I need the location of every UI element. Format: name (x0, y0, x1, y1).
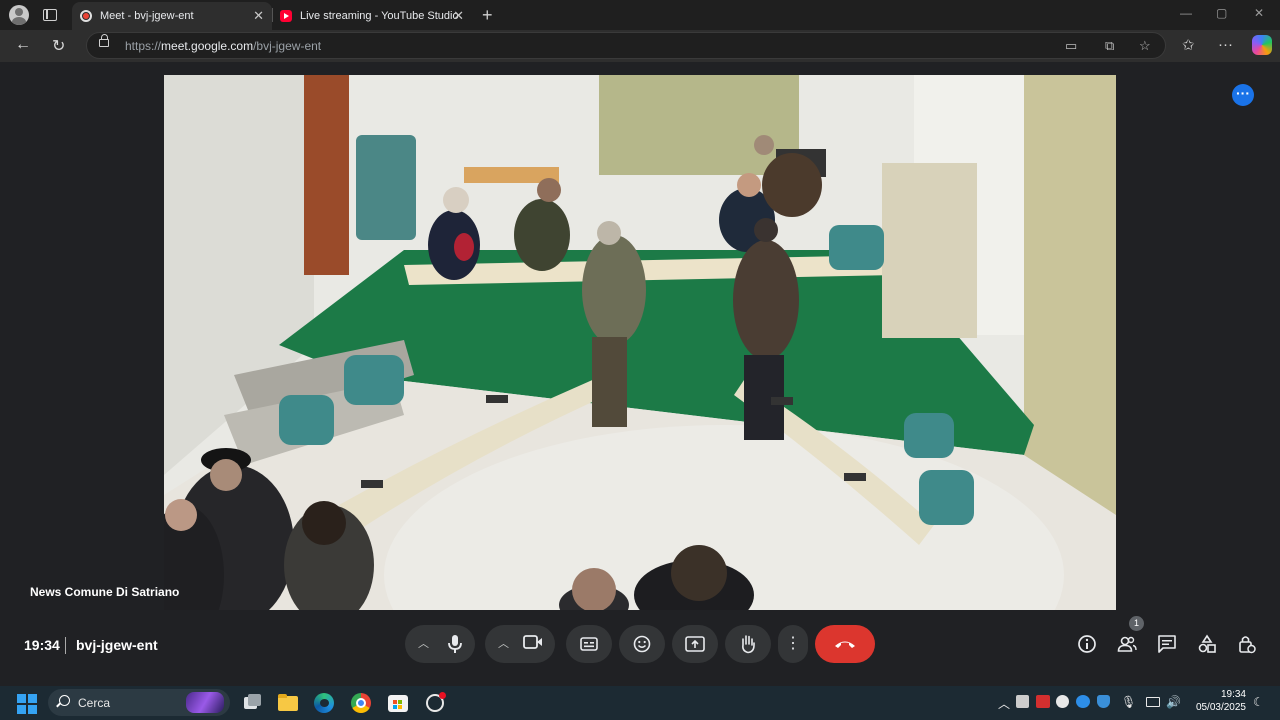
volume-icon[interactable]: 🔊 (1166, 695, 1181, 709)
audio-settings-chevron-icon[interactable]: ︿ (418, 635, 429, 651)
host-controls-icon[interactable] (1237, 634, 1257, 654)
participant-name-label: News Comune Di Satriano (30, 585, 180, 599)
url-text[interactable]: https://meet.google.com/bvj-jgew-ent (125, 39, 321, 53)
search-highlight-icon (186, 692, 224, 713)
security-shield-icon[interactable] (1097, 695, 1110, 708)
more-options-button[interactable]: ··· (1232, 84, 1254, 106)
url-path: /bvj-jgew-ent (253, 39, 322, 53)
participant-count-badge: 1 (1129, 616, 1144, 631)
tab-youtube-title: Live streaming - YouTube Studio (300, 10, 459, 22)
tray-status-icon[interactable] (1056, 695, 1069, 708)
hand-icon (742, 635, 755, 654)
new-tab-icon[interactable]: + (482, 5, 493, 26)
close-tab-icon[interactable]: ✕ (253, 8, 264, 24)
minimize-icon[interactable]: — (1180, 6, 1192, 20)
raise-hand-button[interactable] (725, 625, 771, 663)
close-tab-icon[interactable]: ✕ (453, 8, 464, 24)
obs-recording-icon[interactable] (423, 691, 447, 715)
more-options-icon[interactable]: ··· (1218, 36, 1233, 53)
people-icon[interactable] (1117, 634, 1137, 654)
tab-actions-icon[interactable] (43, 9, 57, 21)
activities-icon[interactable] (1197, 634, 1217, 654)
camera-control[interactable]: ︿ (485, 625, 555, 663)
emoji-icon (633, 635, 651, 653)
windows-start-icon[interactable] (17, 694, 37, 714)
edge-browser-icon[interactable] (312, 691, 336, 715)
more-options-menu-button[interactable]: ⋮ (778, 625, 808, 663)
meeting-time: 19:34 (24, 637, 60, 653)
address-bar[interactable]: https://meet.google.com/bvj-jgew-ent ▭ ⧉… (86, 32, 1166, 59)
task-view-icon[interactable] (240, 691, 264, 715)
meeting-details-icon[interactable] (1077, 634, 1097, 654)
captions-button[interactable] (566, 625, 612, 663)
meet-favicon-icon (80, 10, 92, 22)
system-date: 05/03/2025 (1195, 702, 1246, 713)
tab-meet[interactable]: Meet - bvj-jgew-ent ✕ (72, 2, 272, 30)
search-icon (59, 695, 70, 706)
favorites-icon[interactable]: ✩ (1182, 36, 1195, 54)
system-time: 19:34 (1220, 689, 1246, 700)
tab-meet-title: Meet - bvj-jgew-ent (100, 10, 194, 22)
chrome-browser-icon[interactable] (349, 691, 373, 715)
camera-icon[interactable] (523, 634, 543, 650)
url-host: meet.google.com (161, 39, 254, 53)
browser-tab-bar: Meet - bvj-jgew-ent ✕ Live streaming - Y… (0, 0, 1280, 30)
reload-icon[interactable]: ↻ (52, 36, 65, 56)
browser-toolbar: ← ↻ https://meet.google.com/bvj-jgew-ent… (0, 30, 1280, 62)
hang-up-icon (835, 641, 855, 648)
windows-taskbar: Cerca ︿ 🎙 🔊 19:34 05/03/2025 ☾ (0, 686, 1280, 720)
profile-avatar-icon[interactable] (9, 5, 29, 25)
microphone-icon[interactable] (447, 634, 463, 654)
meet-control-bar: 19:34 bvj-jgew-ent ︿ ︿ ⋮ 1 (0, 616, 1280, 686)
present-icon (685, 636, 705, 652)
lock-icon[interactable] (99, 34, 109, 47)
chat-icon[interactable] (1157, 634, 1177, 654)
tray-hp-icon[interactable] (1076, 695, 1090, 708)
video-settings-chevron-icon[interactable]: ︿ (498, 635, 509, 651)
copilot-icon[interactable] (1252, 35, 1272, 55)
system-clock[interactable]: 19:34 05/03/2025 (1192, 688, 1246, 714)
council-room-scene (164, 75, 1116, 610)
meet-stage: ··· News Comune Di Satriano (0, 62, 1280, 622)
divider (65, 637, 66, 654)
back-icon[interactable]: ← (15, 36, 31, 54)
notifications-moon-icon[interactable]: ☾ (1253, 695, 1264, 709)
close-window-icon[interactable]: ✕ (1254, 6, 1264, 20)
maximize-icon[interactable]: ▢ (1216, 6, 1227, 20)
captions-icon (580, 637, 598, 651)
meeting-code: bvj-jgew-ent (76, 637, 158, 653)
microphone-control[interactable]: ︿ (405, 625, 475, 663)
tray-red-app-icon[interactable] (1036, 695, 1050, 708)
favorite-star-icon[interactable]: ☆ (1139, 38, 1151, 54)
tab-youtube-studio[interactable]: Live streaming - YouTube Studio ✕ (272, 2, 472, 30)
tray-app-icon[interactable] (1016, 695, 1029, 708)
search-label: Cerca (78, 696, 111, 710)
store-icon[interactable] (386, 691, 410, 715)
camera-in-use-icon[interactable]: ▭ (1065, 38, 1077, 54)
install-app-icon[interactable]: ⧉ (1105, 38, 1114, 54)
taskbar-search[interactable]: Cerca (48, 689, 230, 716)
file-explorer-icon[interactable] (276, 691, 300, 715)
reactions-button[interactable] (619, 625, 665, 663)
show-hidden-icons-chevron[interactable]: ︿ (998, 695, 1010, 712)
network-icon[interactable] (1146, 697, 1160, 707)
vertical-dots-icon: ⋮ (785, 635, 801, 652)
url-scheme: https:// (125, 39, 162, 53)
present-screen-button[interactable] (672, 625, 718, 663)
leave-call-button[interactable] (815, 625, 875, 663)
youtube-favicon-icon (280, 10, 292, 22)
microphone-in-use-icon[interactable]: 🎙 (1121, 695, 1136, 709)
participant-video[interactable] (164, 75, 1116, 610)
